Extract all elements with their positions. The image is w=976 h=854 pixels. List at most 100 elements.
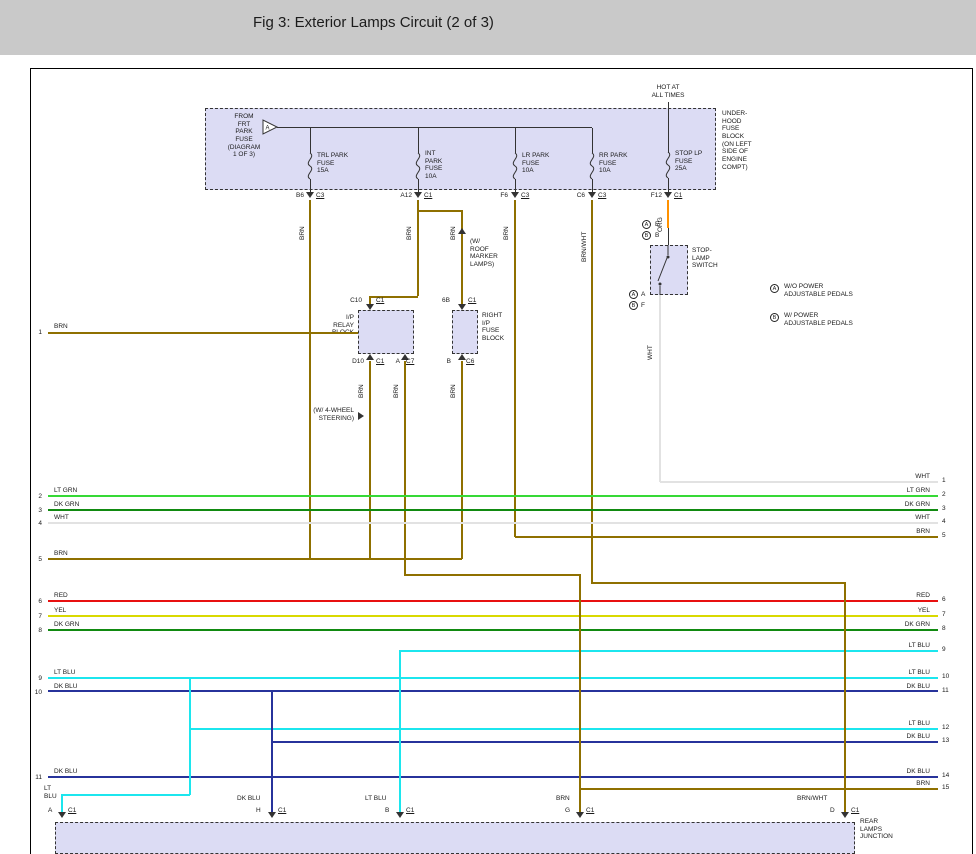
ip-relay-block-box [358, 310, 414, 354]
wire-name: RED [916, 592, 930, 599]
wire-row [660, 481, 938, 483]
battery-feed-line [668, 102, 669, 153]
variant-circle-b: B [642, 231, 651, 240]
row-number: 11 [35, 774, 42, 781]
connector-arrow-icon [396, 812, 404, 818]
legend-text: W/ POWER ADJUSTABLE PEDALS [784, 312, 853, 327]
wire-brn-b-c6 [461, 361, 463, 559]
wire-brn-f6 [514, 200, 516, 537]
connector-id: C7 [406, 358, 415, 365]
row-number: 10 [942, 673, 950, 680]
wire-brnwht-run [591, 582, 846, 584]
fuse-symbol [665, 151, 671, 179]
wire-name: LT BLU [54, 669, 76, 676]
wire-name: BRN [916, 780, 930, 787]
wire-name: RED [54, 592, 68, 599]
wire-name: DK BLU [906, 733, 930, 740]
figure-title: Fig 3: Exterior Lamps Circuit (2 of 3) [253, 14, 494, 31]
row-number: 14 [942, 772, 950, 779]
wire-name: BRN [503, 226, 510, 240]
wire-brn-run [404, 574, 581, 576]
row-number: 4 [38, 520, 42, 527]
variant-circle-a: A [629, 290, 638, 299]
wire-ltblu-run [61, 794, 190, 796]
right-ip-fuse-block-box [452, 310, 478, 354]
wire-row [272, 741, 938, 743]
row-number: 9 [38, 675, 42, 682]
rear-lamps-junction-label: REAR LAMPS JUNCTION [860, 818, 893, 841]
connector-id: C3 [598, 192, 607, 199]
wire-name: BRN [916, 528, 930, 535]
connector-arrow-icon [576, 812, 584, 818]
row-number: 11 [942, 687, 949, 694]
rear-lamps-junction-box [55, 822, 855, 854]
wire-brn-b6 [309, 200, 311, 559]
row-number: 2 [38, 493, 42, 500]
wire-name: BRN/WHT [581, 231, 588, 262]
row-number: 10 [34, 689, 42, 696]
connector-arrow-icon [306, 192, 314, 198]
variant-circle-b: B [629, 301, 638, 310]
wire-name: YEL [54, 607, 67, 614]
row-number: 6 [942, 596, 946, 603]
wire-name: LT BLU [365, 795, 387, 802]
connector-pin: H [256, 807, 261, 814]
fuse-lead [515, 128, 516, 153]
wire-name: WHT [54, 514, 69, 521]
switch-pin: B [655, 232, 660, 239]
note-arrow-icon [358, 412, 364, 420]
legend-circle-b: B [770, 313, 779, 322]
switch-symbol [657, 245, 670, 295]
row-number: 1 [38, 329, 42, 336]
wire-brn-pin-g [579, 574, 581, 813]
four-wheel-steering-note: (W/ 4-WHEEL STEERING) [313, 407, 354, 422]
wire-brn-branch [417, 210, 463, 212]
fuse-lead [418, 128, 419, 153]
wire-row [48, 495, 938, 497]
row-number: 8 [38, 627, 42, 634]
fuse-lead [310, 179, 311, 192]
connector-id: C1 [278, 807, 287, 814]
wire-row [48, 332, 358, 334]
wire-row [48, 509, 938, 511]
switch-pin: F [641, 302, 645, 309]
wire-name: YEL [917, 607, 930, 614]
connector-pin: B6 [296, 192, 304, 199]
wire-name: LT BLU [908, 669, 930, 676]
connector-id: C1 [68, 807, 77, 814]
connector-id: C6 [466, 358, 475, 365]
connector-arrow-icon [664, 192, 672, 198]
fuse-bus-line [277, 127, 592, 128]
underhood-fuse-block-box [205, 108, 716, 190]
row-number: 2 [942, 491, 946, 498]
wire-row [48, 677, 938, 679]
connector-pin: F12 [650, 192, 662, 199]
connector-id: C1 [674, 192, 683, 199]
wire-row [580, 788, 938, 790]
connector-arrow-icon [458, 354, 466, 360]
row-number: 12 [942, 724, 950, 731]
stop-lamp-switch-label: STOP- LAMP SWITCH [692, 247, 718, 270]
fuse-label-stop-lp: STOP LP FUSE 25A [675, 150, 703, 173]
wire-row [48, 629, 938, 631]
wire-row [515, 536, 938, 538]
wire-brn-6b [461, 210, 463, 305]
variant-circle-a: A [642, 220, 651, 229]
connector-id: C1 [376, 297, 385, 304]
connector-id: C1 [586, 807, 595, 814]
connector-arrow-icon [366, 304, 374, 310]
fuse-label-rr-park: RR PARK FUSE 10A [599, 152, 628, 175]
connector-pin: A [48, 807, 53, 814]
wire-brnwht-c6 [591, 200, 593, 583]
row-number: 8 [942, 625, 946, 632]
wire-ltblu-pin-b [399, 650, 401, 813]
connector-id: C1 [851, 807, 860, 814]
row-number: 7 [38, 613, 42, 620]
roof-marker-note: (W/ ROOF MARKER LAMPS) [470, 238, 498, 268]
connector-arrow-icon [588, 192, 596, 198]
connector-pin: B [446, 358, 451, 365]
connector-arrow-icon [414, 192, 422, 198]
fuse-symbol [307, 152, 313, 180]
row-number: 6 [38, 598, 42, 605]
wire-ltblu-pin-a [61, 794, 63, 813]
